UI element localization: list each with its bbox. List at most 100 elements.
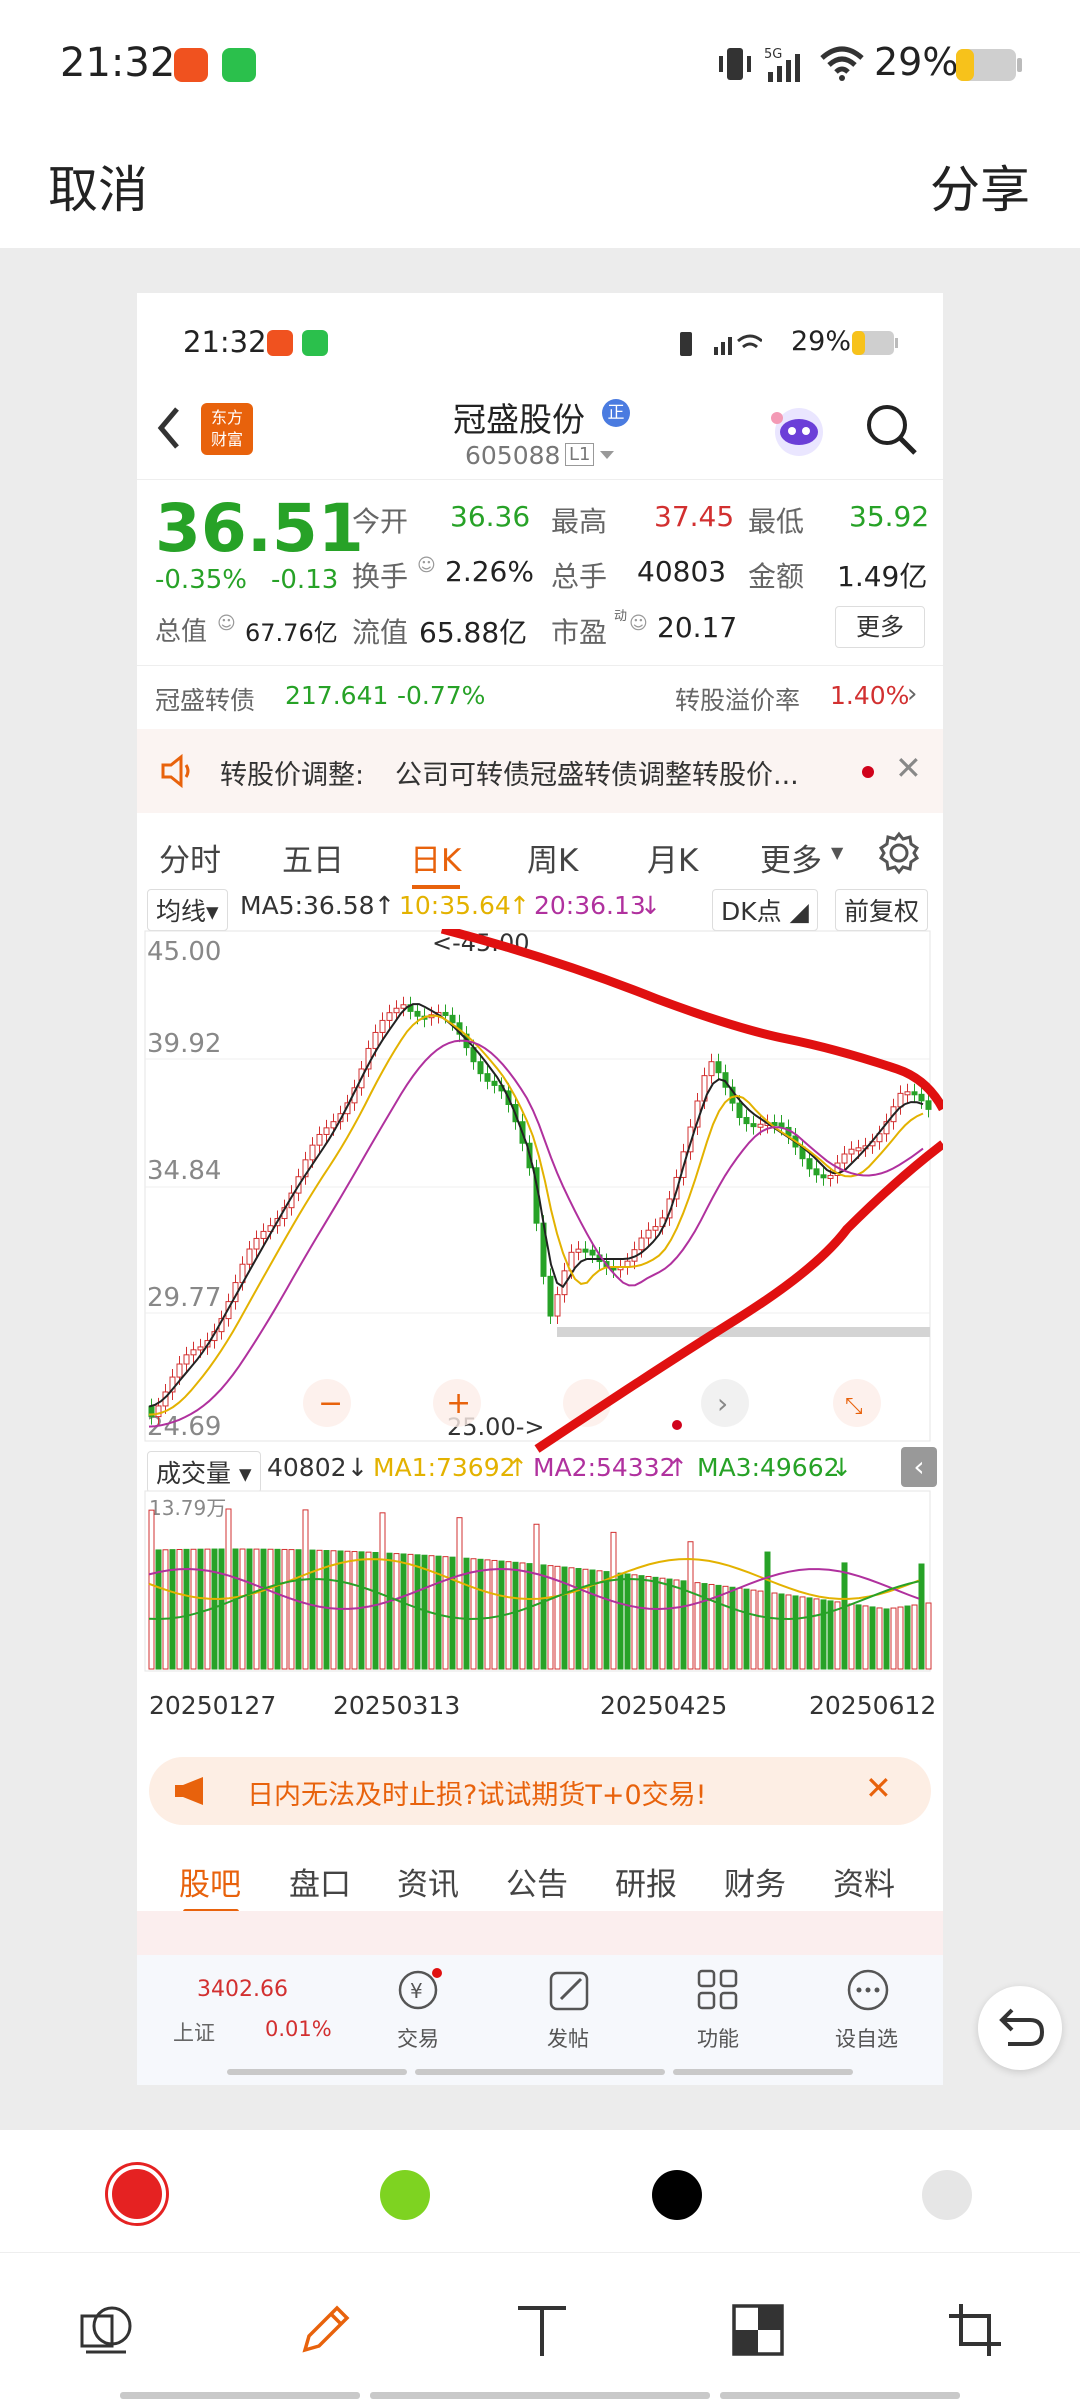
chevron-right-icon[interactable]: › xyxy=(907,679,917,709)
ad-text: 日内无法及时止损?试试期货T+0交易! xyxy=(247,1780,707,1811)
volume-bar xyxy=(883,1608,890,1670)
volume-bar xyxy=(162,1549,169,1670)
color-red-swatch[interactable] xyxy=(108,2165,166,2223)
divider xyxy=(0,2252,1080,2253)
nav-functions-label[interactable]: 功能 xyxy=(697,2023,739,2053)
candle xyxy=(575,1248,582,1253)
bond-name[interactable]: 冠盛转债 xyxy=(155,681,255,717)
volume-bar xyxy=(680,1580,687,1670)
gear-icon[interactable] xyxy=(877,831,921,875)
volume-bar xyxy=(302,1509,309,1670)
date-label-3: 20250425 xyxy=(600,1691,728,1720)
more-button[interactable]: 更多 xyxy=(835,606,925,648)
dk-select[interactable]: DK点 ◢ xyxy=(712,889,818,931)
back-icon[interactable] xyxy=(151,403,185,453)
inner-telegram-icon xyxy=(267,330,293,356)
shape-tool-icon[interactable] xyxy=(78,2300,138,2360)
scrollbar xyxy=(720,2392,960,2399)
post-icon[interactable] xyxy=(545,1967,593,2013)
date-label-1: 20250127 xyxy=(149,1691,277,1720)
tab-weekly-k[interactable]: 周K xyxy=(527,835,578,880)
ma-select[interactable]: 均线▾ xyxy=(147,889,228,931)
chevron-down-icon[interactable] xyxy=(599,449,615,461)
volume-bar xyxy=(407,1553,414,1670)
volume-select-label: 成交量 xyxy=(156,1459,232,1488)
open-label: 今开 xyxy=(352,505,409,538)
volume-select[interactable]: 成交量 ▾ xyxy=(147,1451,261,1493)
tab-profile[interactable]: 资料 xyxy=(833,1859,895,1904)
functions-icon[interactable] xyxy=(695,1967,741,2013)
volume-bar xyxy=(232,1548,239,1670)
ma-select-label: 均线 xyxy=(156,897,207,926)
search-icon[interactable] xyxy=(863,401,919,457)
tab-more[interactable]: 更多 xyxy=(760,835,822,880)
candle xyxy=(246,1248,253,1265)
chevron-down-icon[interactable]: ▼ xyxy=(831,843,843,862)
tab-forum[interactable]: 股吧 xyxy=(179,1859,241,1904)
pen-tool-icon[interactable] xyxy=(295,2300,355,2360)
notice-title: 转股价调整: xyxy=(220,760,365,791)
index-name: 上证 xyxy=(173,2021,215,2045)
level-badge[interactable]: L1 xyxy=(565,443,595,466)
candle xyxy=(855,1147,862,1152)
scrollbar xyxy=(120,2392,360,2399)
crop-tool-icon[interactable] xyxy=(945,2300,1005,2360)
color-black-swatch[interactable] xyxy=(652,2170,702,2220)
candle xyxy=(442,1011,449,1016)
close-icon[interactable]: ✕ xyxy=(865,1769,892,1807)
info-icon[interactable]: ☺ xyxy=(417,555,436,576)
nav-watchlist-label[interactable]: 设自选 xyxy=(835,2023,898,2053)
candle xyxy=(736,1102,743,1119)
tab-research[interactable]: 研报 xyxy=(615,1859,677,1904)
tab-intraday[interactable]: 分时 xyxy=(159,835,221,880)
mosaic-tool-icon[interactable] xyxy=(728,2300,788,2360)
tab-monthly-k[interactable]: 月K xyxy=(647,835,698,880)
info-icon[interactable]: ☺ xyxy=(629,613,648,634)
adjust-select[interactable]: 前复权 xyxy=(835,889,929,931)
volume-bar xyxy=(365,1551,372,1670)
more-circle-icon[interactable] xyxy=(845,1967,891,2013)
candle xyxy=(652,1226,659,1231)
volume-bar xyxy=(757,1590,764,1670)
info-icon[interactable]: ☺ xyxy=(217,613,236,634)
tab-daily-k[interactable]: 日K xyxy=(410,835,461,880)
volume-bar xyxy=(834,1601,841,1670)
volume-bar xyxy=(246,1548,253,1670)
tab-order-book[interactable]: 盘口 xyxy=(289,1859,351,1904)
nav-trade-label[interactable]: 交易 xyxy=(397,2023,439,2053)
volume-bar xyxy=(568,1567,575,1670)
tab-news[interactable]: 资讯 xyxy=(397,1859,459,1904)
robot-avatar-icon[interactable] xyxy=(767,398,831,462)
candle xyxy=(820,1174,827,1179)
volume-bar xyxy=(624,1573,631,1670)
color-green-swatch[interactable] xyxy=(380,2170,430,2220)
close-icon[interactable]: ✕ xyxy=(895,749,922,787)
nav-post-label[interactable]: 发帖 xyxy=(547,2023,589,2053)
volume-bar xyxy=(841,1562,848,1670)
turnover-value: 2.26% xyxy=(445,555,534,588)
tab-announcements[interactable]: 公告 xyxy=(506,1859,568,1904)
text-tool-icon[interactable] xyxy=(512,2300,572,2360)
candle xyxy=(379,1019,386,1033)
down-arrow-icon: ↓ xyxy=(831,1453,852,1482)
volume-bar xyxy=(813,1598,820,1670)
cancel-button[interactable]: 取消 xyxy=(48,150,148,222)
candle xyxy=(414,1010,421,1017)
candle xyxy=(827,1174,834,1179)
candle xyxy=(638,1237,645,1251)
tab-finance[interactable]: 财务 xyxy=(724,1859,786,1904)
color-white-swatch[interactable] xyxy=(922,2170,972,2220)
volume-bar xyxy=(848,1603,855,1670)
collapse-panel-button[interactable]: ‹ xyxy=(901,1447,937,1487)
candle xyxy=(190,1349,197,1356)
ma10-value: 10:35.64 xyxy=(399,891,511,920)
candle xyxy=(323,1127,330,1135)
page-dot xyxy=(672,1420,682,1430)
tab-five-day[interactable]: 五日 xyxy=(282,835,344,880)
undo-button[interactable] xyxy=(978,1986,1062,2070)
trade-icon[interactable]: ¥ xyxy=(393,1967,443,2013)
share-button[interactable]: 分享 xyxy=(930,150,1030,222)
svg-text:¥: ¥ xyxy=(410,1979,423,2003)
volume-bar xyxy=(897,1606,904,1670)
inner-battery-percent: 29% xyxy=(791,326,852,357)
